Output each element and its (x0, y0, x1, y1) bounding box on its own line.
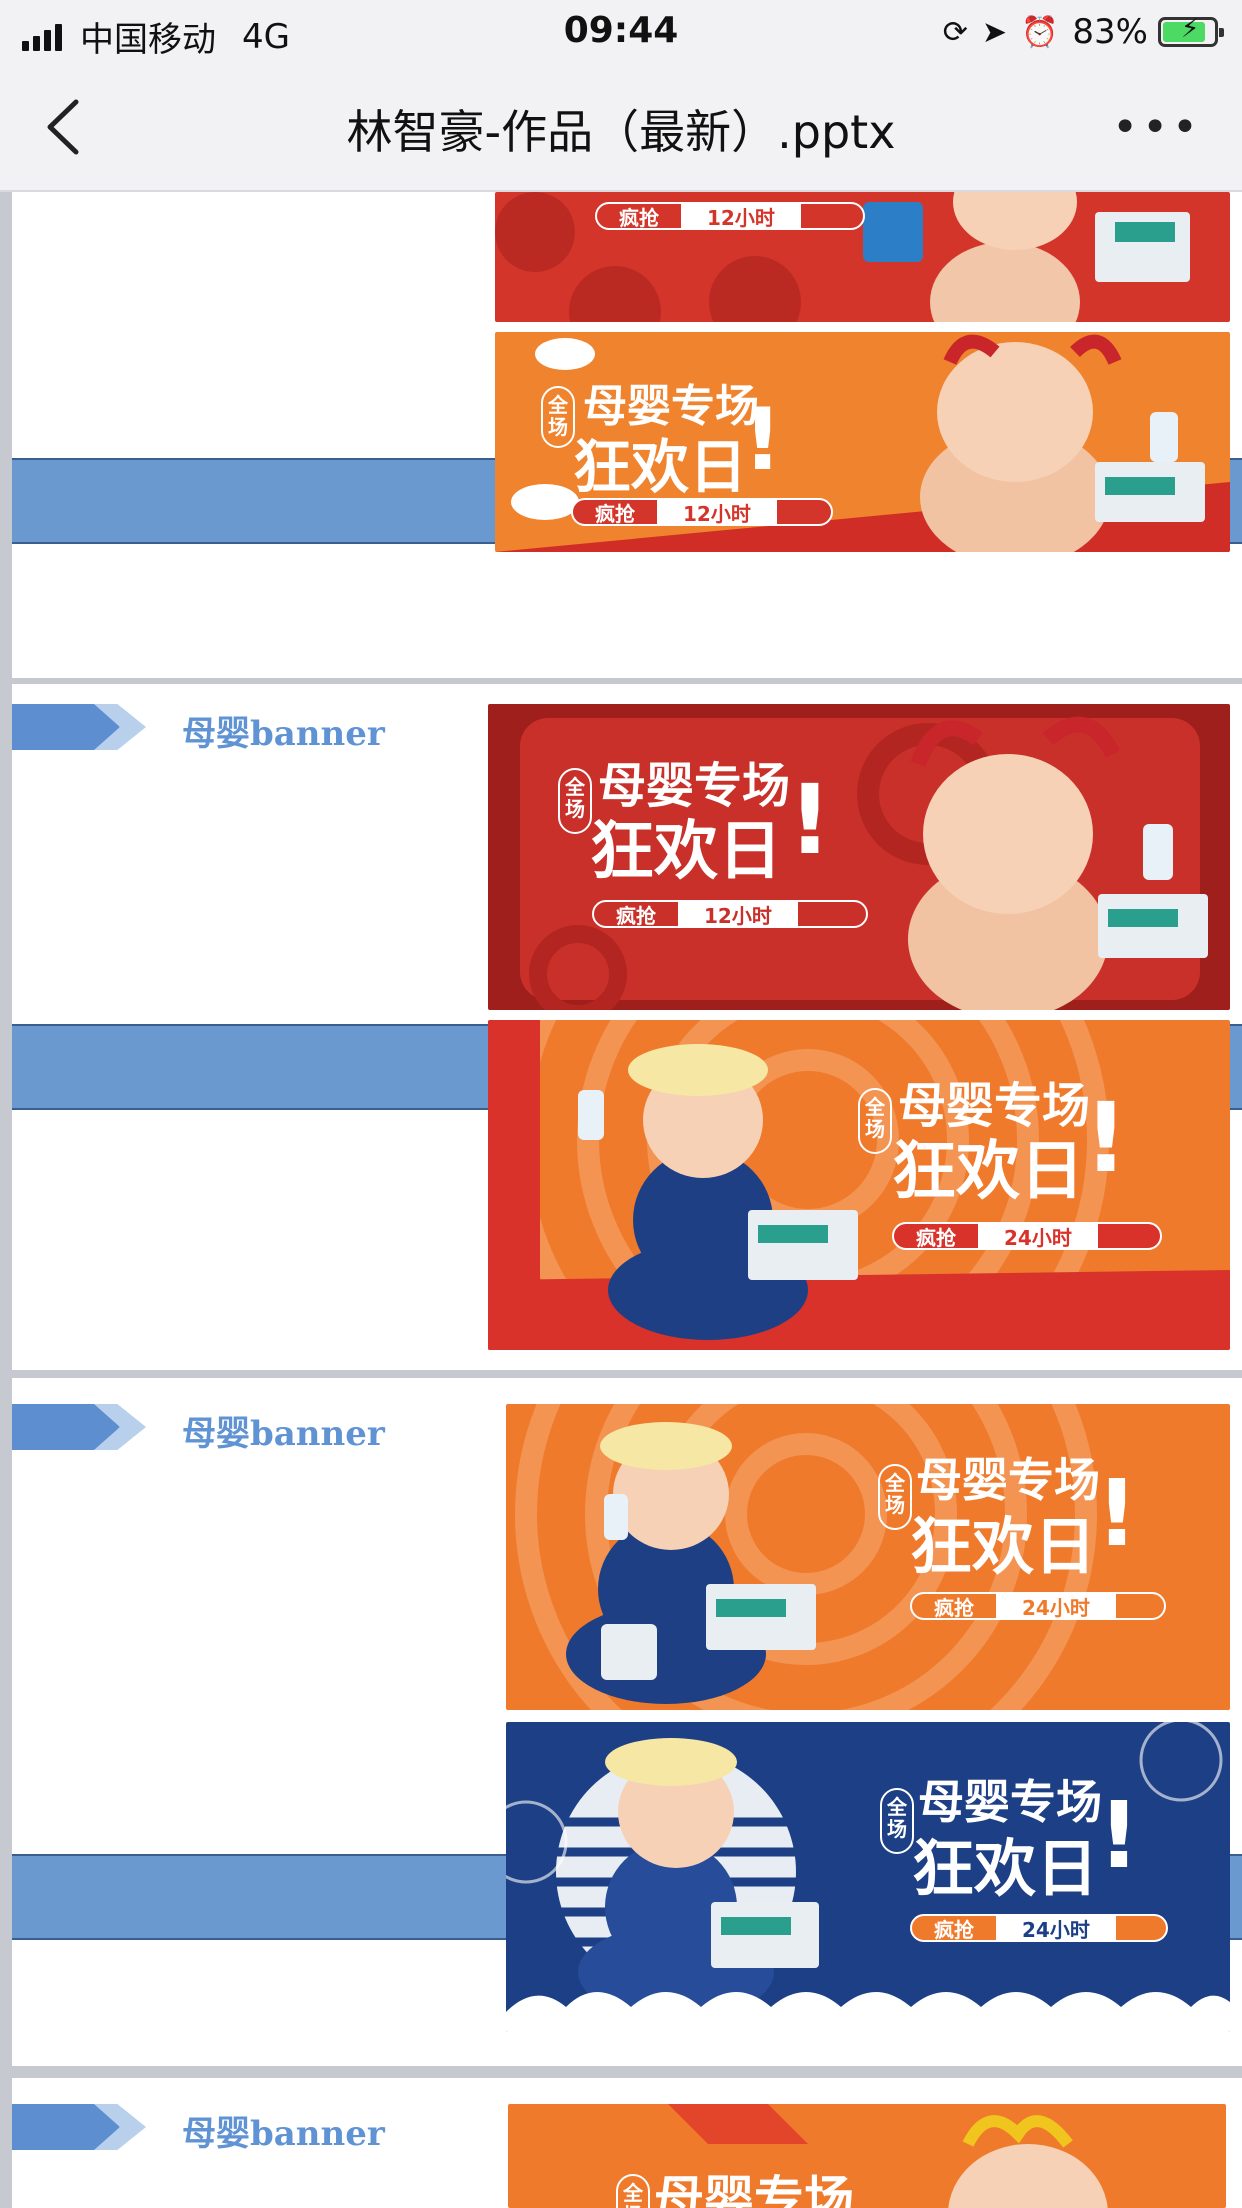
banner-tag: 疯抢 24小时 (910, 1914, 1168, 1942)
document-viewer[interactable]: 疯抢 12小时 全场 母婴专场 狂欢日 ! 疯抢 12小时 母婴banner 全… (0, 192, 1242, 2208)
banner-tag: 疯抢 12小时 (592, 900, 868, 928)
banner-headline-2: 狂欢日 (573, 433, 748, 501)
banner-exclaim: ! (788, 764, 832, 876)
tag-right: 12小时 (678, 902, 798, 926)
banner-tag: 疯抢 12小时 (595, 202, 865, 230)
tag-right: 24小时 (996, 1594, 1116, 1618)
alarm-clock-icon: ⏰ (1021, 14, 1059, 50)
banner-orange-cropped: 全场 母婴专场 (508, 2104, 1226, 2208)
more-options-icon[interactable]: ••• (1112, 102, 1202, 153)
banner-navy-24h: 全场 母婴专场 狂欢日 ! 疯抢 24小时 (506, 1722, 1230, 2032)
slide-2: 母婴banner 全场 母婴专场 狂欢日 ! 疯抢 24小时 全场 母婴专场 狂… (12, 1378, 1242, 2066)
slide-label: 母婴banner (182, 714, 385, 754)
banner-badge: 全场 (858, 1088, 892, 1154)
tag-right: 24小时 (996, 1916, 1116, 1940)
slide-3-partial: 母婴banner 全场 母婴专场 (12, 2078, 1242, 2208)
banner-exclaim: ! (1098, 1782, 1140, 1889)
banner-headline-2: 狂欢日 (912, 1832, 1099, 1905)
tag-right: 12小时 (657, 500, 777, 524)
tag-left: 疯抢 (616, 903, 656, 928)
banner-exclaim: ! (1084, 1082, 1128, 1194)
banner-headline-2: 狂欢日 (910, 1510, 1097, 1583)
banner-tag: 疯抢 12小时 (571, 498, 833, 526)
banner-badge: 全场 (541, 386, 575, 448)
banner-tag: 疯抢 24小时 (910, 1592, 1166, 1620)
banner-exclaim: ! (743, 390, 783, 490)
banner-exclaim: ! (1096, 1460, 1138, 1567)
tag-right: 12小时 (681, 204, 801, 228)
status-bar: 中国移动 4G 09:44 ⟳ ➤ ⏰ 83% ⚡ (0, 0, 1242, 62)
battery-icon: ⚡ (1158, 14, 1224, 47)
slide-label: 母婴banner (182, 2114, 385, 2154)
rotation-lock-icon: ⟳ (942, 14, 968, 50)
tag-left: 疯抢 (934, 1595, 974, 1620)
tag-left: 疯抢 (619, 205, 659, 230)
tag-left: 疯抢 (595, 501, 635, 526)
banner-headline-1: 母婴专场 (654, 2171, 854, 2208)
banner-headline-2: 狂欢日 (590, 815, 782, 889)
location-arrow-icon: ➤ (981, 14, 1008, 50)
slide-1: 母婴banner 全场 母婴专场 狂欢日 ! 疯抢 12小时 全场 母婴专场 狂… (12, 684, 1242, 1370)
tag-left: 疯抢 (916, 1225, 956, 1250)
slide-partial-top: 疯抢 12小时 全场 母婴专场 狂欢日 ! 疯抢 12小时 (12, 192, 1242, 678)
tag-right: 24小时 (978, 1224, 1098, 1248)
tag-left: 疯抢 (934, 1917, 974, 1942)
banner-headline-2: 狂欢日 (892, 1135, 1084, 1209)
banner-badge: 全场 (616, 2174, 650, 2208)
banner-orange-red-12h: 全场 母婴专场 狂欢日 ! 疯抢 12小时 (495, 332, 1230, 552)
banner-orange-24h-red: 全场 母婴专场 狂欢日 ! 疯抢 24小时 (488, 1020, 1230, 1350)
banner-badge: 全场 (880, 1788, 914, 1854)
status-right: ⟳ ➤ ⏰ 83% ⚡ (942, 12, 1224, 52)
banner-tag: 疯抢 24小时 (892, 1222, 1162, 1250)
banner-red-12h-cropped: 疯抢 12小时 (495, 192, 1230, 322)
battery-percent: 83% (1072, 12, 1148, 52)
document-title: 林智豪-作品（最新）.pptx (346, 105, 896, 159)
slide-label: 母婴banner (182, 1414, 385, 1454)
banner-badge: 全场 (878, 1464, 912, 1530)
banner-red-12h: 全场 母婴专场 狂欢日 ! 疯抢 12小时 (488, 704, 1230, 1010)
banner-orange-24h: 全场 母婴专场 狂欢日 ! 疯抢 24小时 (506, 1404, 1230, 1710)
banner-badge: 全场 (558, 768, 592, 834)
navigation-bar: 林智豪-作品（最新）.pptx ••• (0, 62, 1242, 192)
